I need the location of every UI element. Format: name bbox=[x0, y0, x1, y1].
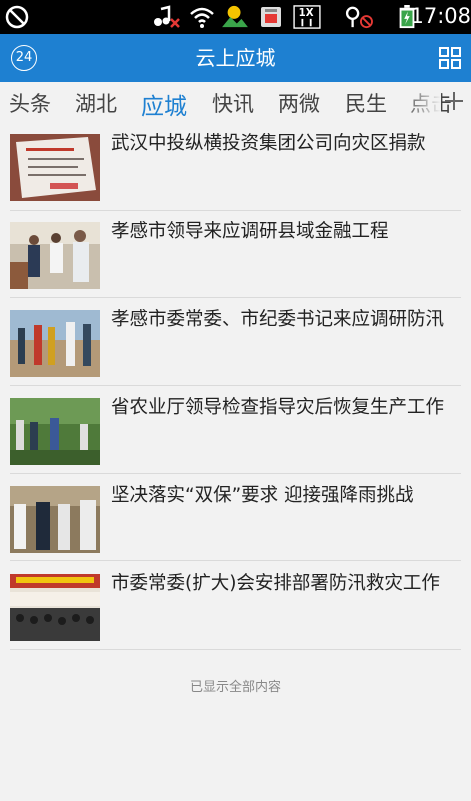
divider bbox=[10, 297, 461, 298]
news-title: 武汉中投纵横投资集团公司向灾区捐款 bbox=[111, 133, 426, 154]
news-item[interactable]: 孝感市委常委、市纪委书记来应调研防汛 bbox=[0, 304, 471, 392]
divider bbox=[10, 385, 461, 386]
divider bbox=[10, 210, 461, 211]
news-title: 坚决落实“双保”要求 迎接强降雨挑战 bbox=[111, 485, 414, 506]
network-1x-icon: 1X bbox=[293, 5, 321, 29]
svg-text:1X: 1X bbox=[299, 8, 314, 19]
add-category-button[interactable] bbox=[443, 90, 465, 114]
news-item[interactable]: 武汉中投纵横投资集团公司向灾区捐款 bbox=[0, 128, 471, 216]
category-tabs: 头条 湖北 应城 快讯 两微 民生 点击 bbox=[0, 82, 471, 128]
tab-hubei[interactable]: 湖北 bbox=[75, 88, 117, 118]
news-title: 市委常委(扩大)会安排部署防汛救灾工作 bbox=[111, 573, 440, 594]
news-title: 孝感市委常委、市纪委书记来应调研防汛 bbox=[111, 309, 445, 330]
news-title: 省农业厅领导检查指导灾后恢复生产工作 bbox=[111, 397, 445, 418]
plus-icon bbox=[445, 92, 463, 110]
news-thumbnail bbox=[10, 222, 100, 289]
page-title: 云上应城 bbox=[195, 46, 276, 70]
tab-minsheng[interactable]: 民生 bbox=[345, 88, 387, 118]
music-muted-icon bbox=[154, 5, 180, 28]
news-item[interactable]: 省农业厅领导检查指导灾后恢复生产工作 bbox=[0, 392, 471, 480]
tab-toutiao[interactable]: 头条 bbox=[9, 88, 51, 118]
status-bar: 1X 17:08 bbox=[0, 0, 471, 34]
end-of-list-note: 已显示全部内容 bbox=[189, 680, 281, 695]
grid-menu-icon[interactable] bbox=[438, 46, 462, 70]
news-thumbnail bbox=[10, 398, 100, 465]
app-bar: 24 云上应城 bbox=[0, 34, 471, 82]
clock: 17:08 bbox=[410, 4, 471, 28]
divider bbox=[10, 649, 461, 650]
weather-icon bbox=[222, 5, 248, 28]
tabs-fade bbox=[401, 82, 441, 128]
tab-liangwei[interactable]: 两微 bbox=[278, 88, 320, 118]
divider bbox=[10, 473, 461, 474]
news-title: 孝感市领导来应调研县域金融工程 bbox=[111, 221, 389, 242]
news-thumbnail bbox=[10, 310, 100, 377]
news-thumbnail bbox=[10, 574, 100, 641]
tab-kuaixun[interactable]: 快讯 bbox=[212, 88, 254, 118]
news-item[interactable]: 孝感市领导来应调研县域金融工程 bbox=[0, 216, 471, 304]
news-thumbnail bbox=[10, 486, 100, 553]
news-item[interactable]: 市委常委(扩大)会安排部署防汛救灾工作 bbox=[0, 568, 471, 656]
wifi-icon bbox=[190, 7, 214, 28]
divider bbox=[10, 560, 461, 561]
news-item[interactable]: 坚决落实“双保”要求 迎接强降雨挑战 bbox=[0, 480, 471, 568]
gps-off-icon bbox=[345, 6, 373, 29]
tab-yingcheng[interactable]: 应城 bbox=[141, 87, 187, 121]
sim-icon bbox=[261, 7, 281, 27]
no-sim-icon bbox=[5, 5, 29, 29]
news-thumbnail bbox=[10, 134, 100, 201]
